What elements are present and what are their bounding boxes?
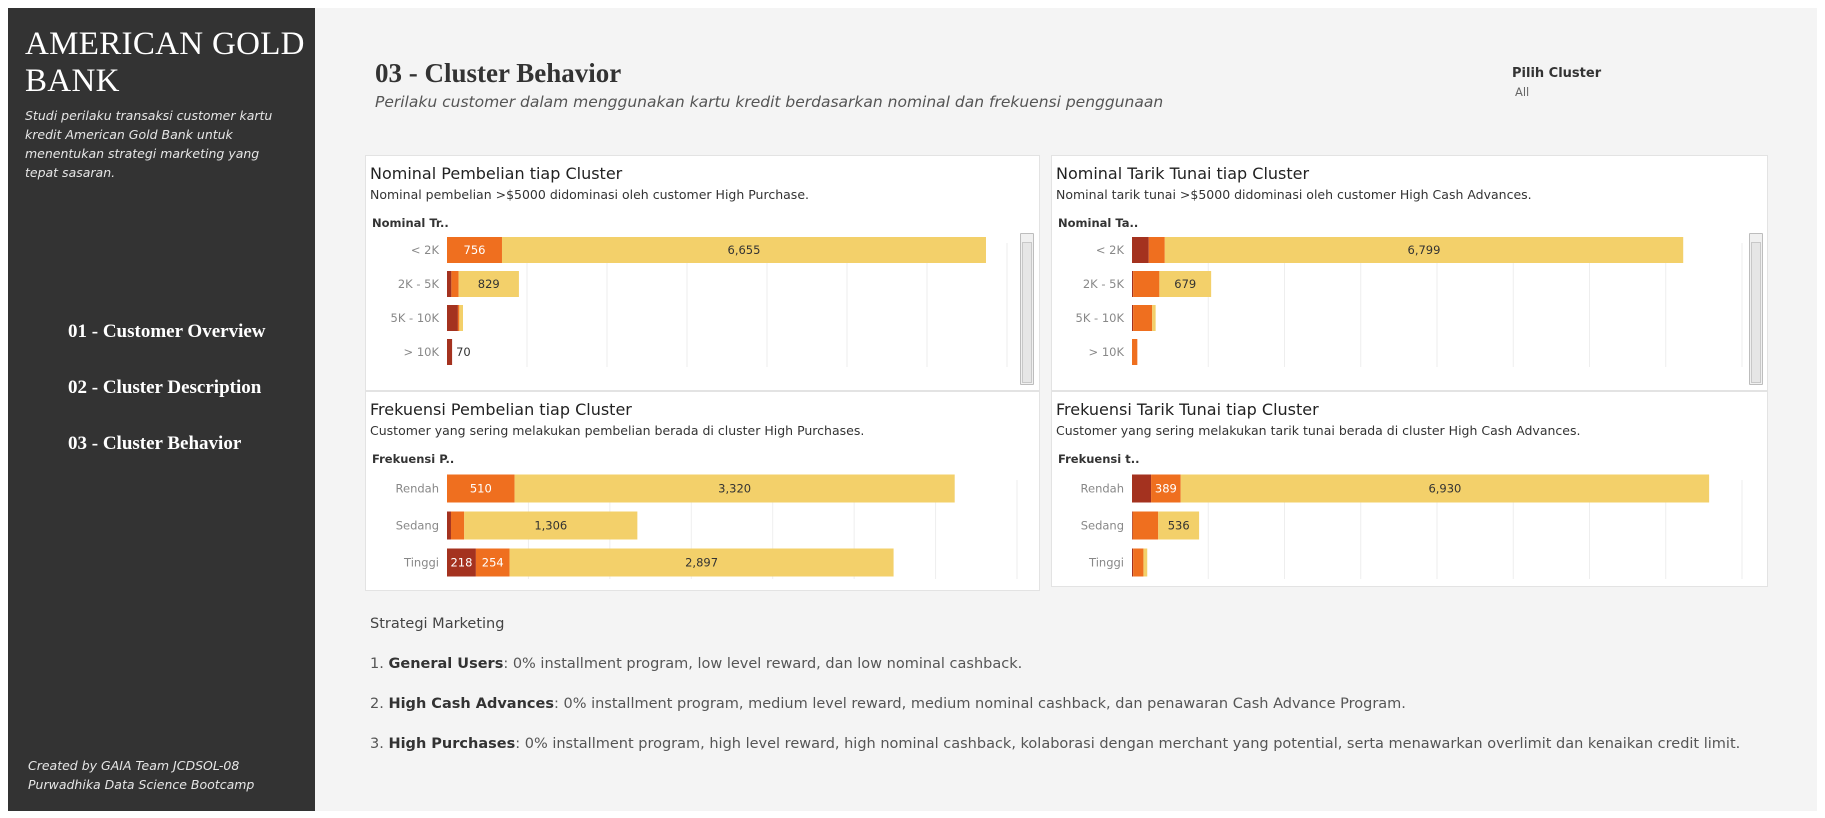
bar-segment[interactable] bbox=[1132, 305, 1134, 331]
brand-title: AMERICAN GOLD BANK bbox=[25, 26, 305, 99]
strategy-item: 1. General Users: 0% installment program… bbox=[370, 656, 1022, 672]
bar-segment[interactable] bbox=[1132, 237, 1149, 263]
data-label: 829 bbox=[478, 277, 500, 291]
strategy-number: 3. bbox=[370, 736, 384, 752]
bar-segment[interactable] bbox=[447, 271, 452, 297]
chart-frekuensi-tarik-tunai: Rendah3896,930Sedang334536Tinggi bbox=[1052, 392, 1767, 586]
category-label: 5K - 10K bbox=[1076, 311, 1125, 325]
page-subtitle: Perilaku customer dalam menggunakan kart… bbox=[375, 93, 1164, 111]
category-label: 5K - 10K bbox=[391, 311, 440, 325]
cluster-filter-label: Pilih Cluster bbox=[1512, 66, 1602, 81]
chart-svg: Rendah 510 3,320 Sedang 1,306 Tinggi 218 254 2,8… bbox=[396, 474, 1018, 579]
category-label: Rendah bbox=[1081, 482, 1124, 496]
panel-nominal-pembelian: Nominal Pembelian tiap Cluster Nominal p… bbox=[365, 155, 1040, 391]
strategy-cluster-name: High Cash Advances bbox=[388, 696, 554, 712]
data-label: 679 bbox=[1174, 277, 1196, 291]
category-label: 2K - 5K bbox=[398, 277, 440, 291]
data-label: 3,320 bbox=[718, 482, 751, 496]
chart-scrollbar[interactable] bbox=[1020, 233, 1034, 385]
panel-frekuensi-pembelian: Frekuensi Pembelian tiap Cluster Custome… bbox=[365, 391, 1040, 591]
bar-segment[interactable] bbox=[1132, 271, 1134, 297]
chart-scrollbar[interactable] bbox=[1749, 233, 1763, 385]
strategy-cluster-name: General Users bbox=[388, 656, 504, 672]
data-label: 6,655 bbox=[728, 243, 761, 257]
nav-customer-overview[interactable]: 01 - Customer Overview bbox=[68, 321, 308, 343]
bar-segment[interactable] bbox=[1143, 548, 1148, 577]
bar-segment[interactable] bbox=[457, 305, 460, 331]
bar-segment[interactable] bbox=[450, 511, 465, 540]
data-label: 510 bbox=[470, 482, 492, 496]
scrollbar-thumb[interactable] bbox=[1022, 242, 1032, 383]
page-title: 03 - Cluster Behavior bbox=[375, 58, 622, 88]
category-label: Sedang bbox=[396, 519, 439, 533]
strategy-cluster-name: High Purchases bbox=[388, 736, 516, 752]
panel-nominal-tarik-tunai: Nominal Tarik Tunai tiap Cluster Nominal… bbox=[1051, 155, 1768, 391]
bar-segment[interactable] bbox=[447, 305, 458, 331]
chart-svg: < 2K6,7992K - 5K3446795K - 10K> 10K bbox=[1076, 237, 1743, 367]
chart-svg: Rendah3896,930Sedang334536Tinggi bbox=[1081, 474, 1743, 579]
strategy-text: : 0% installment program, medium level r… bbox=[553, 696, 1406, 712]
data-label: 389 bbox=[1155, 482, 1177, 496]
data-label: 1,306 bbox=[534, 519, 567, 533]
chart-nominal-tarik-tunai: < 2K6,7992K - 5K3446795K - 10K> 10K bbox=[1052, 156, 1767, 390]
scrollbar-thumb[interactable] bbox=[1751, 242, 1761, 383]
strategy-number: 1. bbox=[370, 656, 384, 672]
category-label: Sedang bbox=[1081, 519, 1124, 533]
bar-segment[interactable] bbox=[1132, 548, 1134, 577]
category-label: Tinggi bbox=[403, 556, 439, 570]
category-label: Tinggi bbox=[1088, 556, 1124, 570]
strategy-title: Strategi Marketing bbox=[370, 616, 505, 632]
bar-segment[interactable] bbox=[451, 271, 459, 297]
bar-segment[interactable] bbox=[1133, 548, 1144, 577]
bar-segment[interactable] bbox=[447, 511, 451, 540]
chart-svg: < 2K 756 6,655 2K - 5K 829 5K - 10K > 10K 70 bbox=[391, 237, 1008, 367]
credit-text: Created by GAIA Team JCDSOL-08 Purwadhik… bbox=[28, 756, 308, 794]
category-label: 2K - 5K bbox=[1083, 277, 1125, 291]
data-label: 536 bbox=[1168, 519, 1190, 533]
category-label: < 2K bbox=[411, 243, 440, 257]
strategy-text: : 0% installment program, low level rewa… bbox=[503, 656, 1023, 672]
data-label: 6,930 bbox=[1428, 482, 1461, 496]
category-label: Rendah bbox=[396, 482, 439, 496]
nav-cluster-description[interactable]: 02 - Cluster Description bbox=[68, 377, 308, 399]
data-label: 756 bbox=[464, 243, 486, 257]
strategy-item: 2. High Cash Advances: 0% installment pr… bbox=[370, 696, 1406, 712]
data-label: 254 bbox=[482, 556, 504, 570]
credit-line-team: Created by GAIA Team JCDSOL-08 bbox=[28, 758, 240, 773]
bar-segment[interactable] bbox=[1132, 474, 1152, 503]
category-label: > 10K bbox=[1089, 345, 1125, 359]
bar-segment[interactable] bbox=[1133, 271, 1160, 297]
brand-description: Studi perilaku transaksi customer kartu … bbox=[25, 108, 273, 180]
bar-segment[interactable] bbox=[1152, 305, 1156, 331]
bar-segment[interactable] bbox=[459, 305, 463, 331]
bar-segment[interactable] bbox=[1148, 237, 1165, 263]
bar-segment[interactable] bbox=[1132, 511, 1159, 540]
chart-nominal-pembelian: < 2K 756 6,655 2K - 5K 829 5K - 10K > 10K 70 bbox=[366, 156, 1039, 390]
strategy-number: 2. bbox=[370, 696, 384, 712]
bar-segment[interactable] bbox=[1133, 305, 1153, 331]
category-label: < 2K bbox=[1096, 243, 1125, 257]
bar-segment[interactable] bbox=[1132, 339, 1138, 365]
data-label: 218 bbox=[450, 556, 472, 570]
data-label: 6,799 bbox=[1408, 243, 1441, 257]
strategy-item: 3. High Purchases: 0% installment progra… bbox=[370, 736, 1740, 752]
credit-line-bootcamp: Purwadhika Data Science Bootcamp bbox=[28, 777, 255, 792]
nav-cluster-behavior[interactable]: 03 - Cluster Behavior bbox=[68, 433, 308, 455]
strategy-text: : 0% installment program, high level rew… bbox=[515, 736, 1741, 752]
data-label: 70 bbox=[456, 345, 471, 359]
panel-frekuensi-tarik-tunai: Frekuensi Tarik Tunai tiap Cluster Custo… bbox=[1051, 391, 1768, 587]
category-label: > 10K bbox=[404, 345, 440, 359]
data-label: 2,897 bbox=[685, 556, 718, 570]
bar-segment[interactable] bbox=[1132, 511, 1133, 540]
cluster-filter-dropdown[interactable]: All bbox=[1515, 85, 1529, 99]
chart-frekuensi-pembelian: Rendah 510 3,320 Sedang 1,306 Tinggi 218 254 2,8… bbox=[366, 392, 1039, 590]
sidebar: AMERICAN GOLD BANK Studi perilaku transa… bbox=[8, 8, 315, 811]
main-content: 03 - Cluster Behavior Perilaku customer … bbox=[315, 8, 1817, 811]
bar-segment[interactable] bbox=[447, 339, 453, 365]
